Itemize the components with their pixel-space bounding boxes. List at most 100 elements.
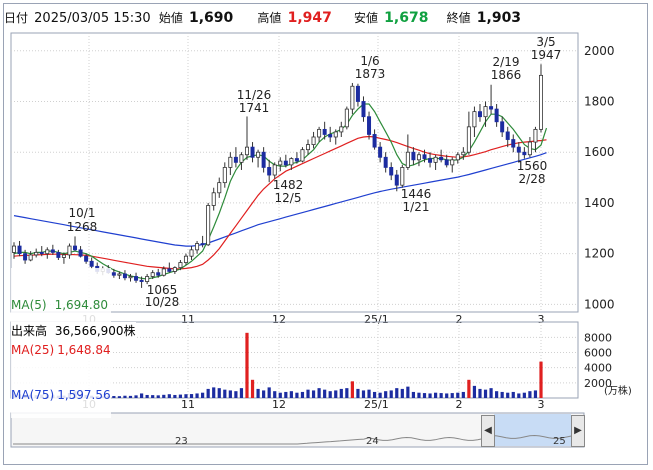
y-tick-label: 1600 <box>584 145 615 159</box>
candle-body <box>322 128 327 135</box>
x-tick-label: 12 <box>272 313 286 326</box>
volume-bar <box>428 393 432 398</box>
y-tick-label: 2000 <box>584 44 615 58</box>
volume-bar <box>162 394 166 398</box>
candle-body <box>450 159 455 166</box>
ma75-value: 1,597.56 <box>57 388 111 402</box>
candle <box>34 248 39 258</box>
candle <box>73 236 78 252</box>
candle-body <box>422 154 427 159</box>
nav-left-button[interactable]: ◀ <box>481 415 495 447</box>
candle <box>405 134 410 170</box>
candle-body <box>411 151 416 161</box>
candle-body <box>355 85 360 102</box>
volume-bar <box>300 391 305 398</box>
candle-body <box>383 156 388 168</box>
candle-body <box>256 151 261 158</box>
candle-body <box>278 160 283 166</box>
navigator-year-label: 25 <box>553 436 566 447</box>
candle <box>539 64 544 133</box>
volume-bar <box>434 392 438 398</box>
candle <box>511 134 516 153</box>
volume-bar <box>167 394 171 398</box>
candle-body <box>267 167 272 176</box>
nav-right-button[interactable]: ▶ <box>571 415 585 447</box>
volume-bar <box>117 396 121 398</box>
candle-body <box>333 131 338 138</box>
volume-bar <box>245 332 249 398</box>
annotation-label: 1560 <box>517 159 548 173</box>
candle-body <box>472 111 477 128</box>
volume-bar <box>323 389 327 398</box>
candle-body <box>428 158 433 163</box>
candle-body <box>444 159 449 166</box>
candle <box>195 240 200 254</box>
volume-bar <box>528 391 532 398</box>
volume-x-tick-label: 25/1 <box>364 398 389 411</box>
candle <box>400 164 405 188</box>
volume-bar <box>489 388 493 398</box>
volume-bar <box>123 395 127 398</box>
candle <box>500 116 505 137</box>
candle-body <box>350 85 355 110</box>
volume-bar <box>262 390 266 398</box>
candle-body <box>483 106 488 118</box>
candle-body <box>34 251 39 256</box>
candle-body <box>122 273 127 279</box>
candle <box>134 272 139 283</box>
annotation-label: 10/1 <box>69 206 96 220</box>
candle-body <box>211 192 216 206</box>
candle <box>222 162 227 188</box>
candle-body <box>239 154 244 163</box>
x-tick-label: 3 <box>538 313 545 326</box>
volume-bar <box>228 390 232 398</box>
candle <box>233 147 238 168</box>
candle <box>244 116 249 160</box>
volume-bar <box>206 388 210 398</box>
candle-body <box>394 174 399 186</box>
candle-body <box>189 249 194 257</box>
candle <box>45 247 50 259</box>
volume-bar <box>345 388 349 398</box>
candle <box>167 262 172 273</box>
volume-tick-label: 4000 <box>584 362 612 375</box>
candle <box>56 249 61 261</box>
candle <box>261 147 266 173</box>
candle <box>355 83 360 107</box>
volume-bar <box>417 392 421 398</box>
volume-bar <box>367 389 371 398</box>
volume-bar <box>134 395 138 398</box>
candle-body <box>117 273 122 276</box>
candle-body <box>439 156 444 161</box>
candle-body <box>139 279 144 282</box>
navigator-year-label: 23 <box>175 436 188 447</box>
candle-body <box>339 126 344 133</box>
candle <box>383 152 388 173</box>
candle-body <box>78 249 83 257</box>
candle-body <box>489 106 494 110</box>
volume-bar <box>212 387 216 398</box>
candle-body <box>317 128 322 138</box>
volume-bar <box>445 393 449 398</box>
x-tick-label: 25/1 <box>364 313 389 326</box>
candle-body <box>156 272 161 276</box>
candle-body <box>461 151 466 156</box>
candle-body <box>161 268 166 276</box>
candle-body <box>167 268 172 272</box>
candle <box>466 111 471 155</box>
candle-body <box>272 164 277 176</box>
volume-bar <box>156 395 160 398</box>
y-tick-label: 1400 <box>584 196 615 210</box>
annotation-label: 1/6 <box>360 54 379 68</box>
volume-x-tick-label: 3 <box>538 398 545 411</box>
volume-title: 出来高 36,566,900株 <box>11 322 136 339</box>
candle-body <box>233 156 238 163</box>
volume-bar <box>173 394 177 398</box>
annotation-label: 1482 <box>273 178 304 192</box>
annotation-label: 3/5 <box>536 35 555 49</box>
candle <box>450 157 455 173</box>
volume-bar <box>495 391 499 398</box>
candle <box>28 251 33 262</box>
volume-bar <box>506 392 510 398</box>
candle-body <box>372 134 377 148</box>
